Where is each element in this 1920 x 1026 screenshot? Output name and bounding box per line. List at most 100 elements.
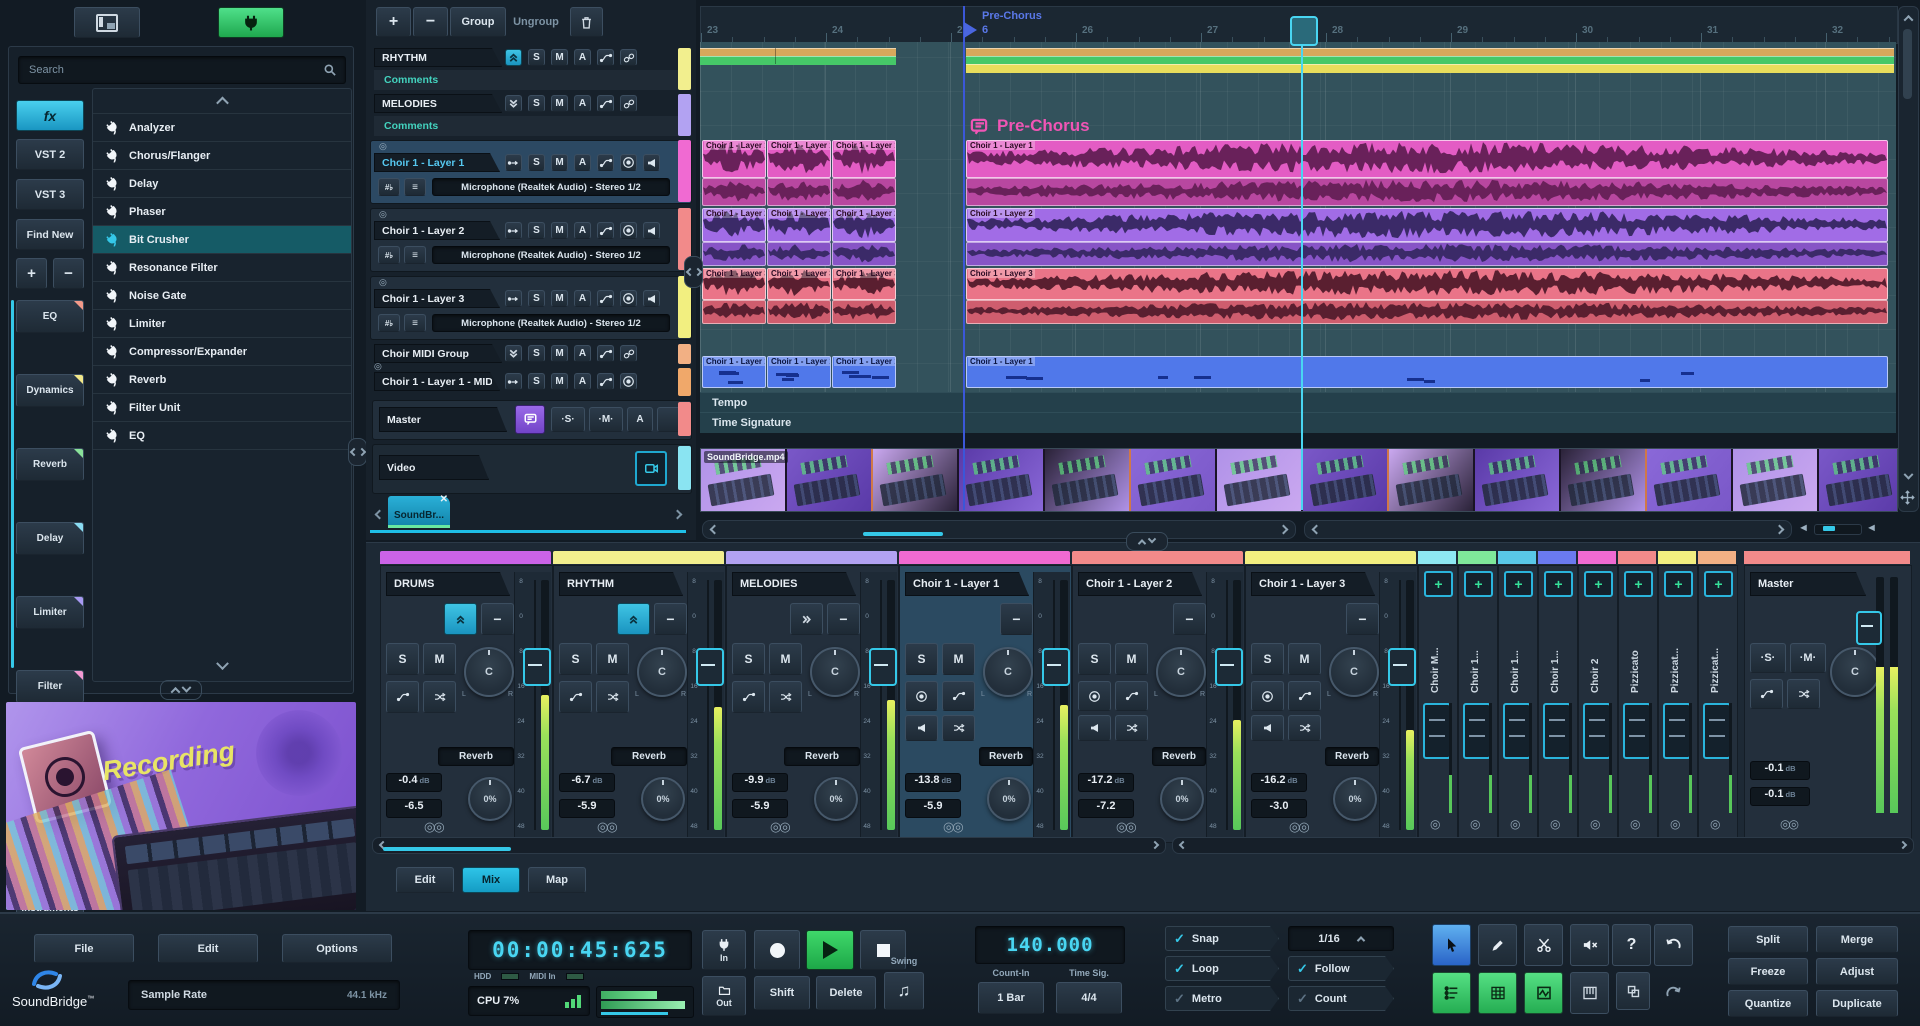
plugin-item[interactable]: Resonance Filter bbox=[93, 254, 351, 282]
plugin-item[interactable]: Phaser bbox=[93, 198, 351, 226]
automation-view-button[interactable] bbox=[1524, 972, 1563, 1014]
tab-map[interactable]: Map bbox=[528, 867, 586, 893]
mixer-master-fader-handle[interactable] bbox=[1856, 611, 1882, 645]
clip-tab-next[interactable] bbox=[670, 500, 684, 528]
audio-clip-lane2[interactable] bbox=[966, 300, 1888, 324]
category-eq[interactable]: EQ bbox=[16, 300, 84, 333]
mixer-melodies-send-value[interactable]: -5.9 bbox=[732, 799, 788, 818]
mixer-narrow-0-expand-button[interactable]: + bbox=[1424, 571, 1453, 597]
category-reverb[interactable]: Reverb bbox=[16, 448, 84, 481]
video-frame[interactable] bbox=[1647, 449, 1733, 511]
audio-clip[interactable]: Choir 1 - Layer 3 bbox=[702, 268, 766, 300]
hscroll-right-arrow-icon[interactable] bbox=[1279, 525, 1289, 535]
mixer-choir-1-layer-2-mute-button[interactable]: M bbox=[1115, 643, 1148, 675]
mixer-rhythm-mute-button[interactable]: M bbox=[596, 643, 629, 675]
video-frame[interactable] bbox=[1389, 449, 1475, 511]
video-frame[interactable] bbox=[1045, 449, 1131, 511]
track-melodies-solo-button[interactable]: S bbox=[528, 95, 545, 112]
track-choir-2-monitor-button[interactable] bbox=[643, 154, 660, 171]
audio-clip-lane2[interactable] bbox=[767, 300, 831, 324]
pan-move-icon[interactable] bbox=[1900, 490, 1915, 505]
video-monitor-button[interactable] bbox=[635, 451, 667, 486]
plugin-list-collapse[interactable] bbox=[93, 89, 351, 114]
mixer-narrow-1-mini-fader[interactable] bbox=[1463, 703, 1491, 759]
tab-mix[interactable]: Mix bbox=[462, 867, 520, 893]
timeline-hscroll-left[interactable] bbox=[702, 520, 1296, 539]
filter-fx-button[interactable]: fx bbox=[16, 100, 84, 131]
browser-splitter-handle[interactable] bbox=[348, 438, 367, 466]
hscroll-thumb[interactable] bbox=[863, 532, 943, 536]
track-choir-4-solo-button[interactable]: S bbox=[528, 290, 545, 307]
count-checkbox[interactable]: ✓ Count bbox=[1288, 986, 1394, 1011]
audio-clip[interactable]: Choir 1 - Layer 2 bbox=[702, 208, 766, 242]
mixer-master-curve-button[interactable] bbox=[1750, 679, 1783, 709]
mixer-choir-1-layer-3-monitor-button[interactable] bbox=[1251, 715, 1284, 741]
timeline-hscroll-right[interactable] bbox=[1304, 520, 1792, 539]
audio-clip-lane2[interactable] bbox=[832, 300, 896, 324]
mixer-choir-1-layer-1-send-value[interactable]: -5.9 bbox=[905, 799, 961, 818]
track-choir-midi-group-mute-button[interactable]: M bbox=[551, 345, 568, 362]
mixer-choir-1-layer-2-monitor-button[interactable] bbox=[1078, 715, 1111, 741]
mixer-choir-1-layer-2-pan-knob[interactable]: C bbox=[1156, 647, 1206, 697]
help-tool-button[interactable]: ? bbox=[1612, 924, 1651, 966]
mixer-drums-send-value[interactable]: -6.5 bbox=[386, 799, 442, 818]
track-rhythm-curve-button[interactable] bbox=[597, 49, 614, 66]
track-comments-row[interactable]: Comments bbox=[374, 70, 688, 90]
mixer-narrow-7-expand-button[interactable]: + bbox=[1704, 571, 1733, 597]
track-choir-2-solo-button[interactable]: S bbox=[528, 154, 545, 171]
mixer-hscroll2-right-arrow[interactable] bbox=[1899, 841, 1907, 849]
mixer-narrow-5-mini-fader[interactable] bbox=[1623, 703, 1651, 759]
master-automation-button[interactable]: A bbox=[627, 407, 653, 432]
mixer-hscroll-left[interactable] bbox=[372, 837, 1166, 854]
mixer-narrow-2-mini-fader[interactable] bbox=[1503, 703, 1531, 759]
plugin-item[interactable]: Limiter bbox=[93, 310, 351, 338]
group-clip-bar[interactable] bbox=[700, 56, 896, 65]
mixer-master-solo-button[interactable]: ·S· bbox=[1750, 643, 1786, 673]
track-choir-3-input-gain-button[interactable]: #♭ bbox=[378, 246, 400, 264]
hscroll2-right-arrow-icon[interactable] bbox=[1775, 525, 1785, 535]
mixer-melodies-mute-button[interactable]: M bbox=[769, 643, 802, 675]
mixer-rhythm-curve-button[interactable] bbox=[559, 681, 592, 713]
track-rhythm-link-button[interactable] bbox=[620, 49, 637, 66]
mixer-narrow-2-expand-button[interactable]: + bbox=[1504, 571, 1533, 597]
track-choir-midi-group-solo-button[interactable]: S bbox=[528, 345, 545, 362]
mixer-melodies-collapse-button[interactable] bbox=[790, 603, 823, 635]
track-choir-midi-group-automation-button[interactable]: A bbox=[574, 345, 591, 362]
mixer-choir-1-layer-3-minimize-button[interactable]: − bbox=[1346, 603, 1379, 635]
audio-clip[interactable]: Choir 1 - Layer 1 bbox=[966, 140, 1888, 178]
loop-checkbox[interactable]: ✓ Loop bbox=[1165, 956, 1279, 981]
track-choir-midi-curve-button[interactable] bbox=[597, 373, 614, 390]
track-rhythm-collapse-button[interactable] bbox=[505, 49, 522, 66]
group-clip-bar[interactable] bbox=[966, 64, 1894, 73]
mixer-channel-Choir 1...[interactable]: +Choir 1...◎ bbox=[1538, 551, 1576, 841]
track-list-view-button[interactable] bbox=[1432, 972, 1471, 1014]
track-melodies-mute-button[interactable]: M bbox=[551, 95, 568, 112]
mixer-melodies-shuffle-button[interactable] bbox=[769, 681, 802, 713]
section-label[interactable]: Pre-Chorus bbox=[968, 116, 1090, 136]
timeline-vscroll[interactable] bbox=[1898, 6, 1919, 512]
filter-vst2-button[interactable]: VST 2 bbox=[16, 139, 84, 170]
clip-tab-close-icon[interactable]: ✕ bbox=[440, 494, 448, 505]
mixer-drums-minimize-button[interactable]: − bbox=[481, 603, 514, 635]
mixer-hscroll2-left-arrow[interactable] bbox=[1179, 841, 1187, 849]
audio-clip[interactable]: Choir 1 - Layer 2 bbox=[767, 208, 831, 242]
file-menu-button[interactable]: File bbox=[34, 934, 134, 963]
mixer-rhythm-pan-knob[interactable]: C bbox=[637, 647, 687, 697]
mixer-hscroll-thumb[interactable] bbox=[383, 847, 511, 851]
mixer-narrow-3-mini-fader[interactable] bbox=[1543, 703, 1571, 759]
track-choir-3-record-button[interactable] bbox=[620, 222, 637, 239]
master-mute-button[interactable]: ·M· bbox=[589, 407, 623, 432]
follow-checkbox[interactable]: ✓ Follow bbox=[1288, 956, 1394, 981]
hzoom-slider[interactable] bbox=[1814, 524, 1862, 535]
video-frame[interactable] bbox=[1303, 449, 1389, 511]
track-choir-midi-group-collapse-button[interactable] bbox=[505, 345, 522, 362]
track-choir-midi-record-button[interactable] bbox=[620, 373, 637, 390]
track-comments-row[interactable]: Comments bbox=[374, 116, 688, 136]
mixer-choir-1-layer-3-shuffle-button[interactable] bbox=[1288, 715, 1321, 741]
mixer-channel-Choir 2[interactable]: +Choir 2◎ bbox=[1578, 551, 1616, 841]
mixer-channel-Pizzicat...[interactable]: +Pizzicat...◎ bbox=[1698, 551, 1736, 841]
mixer-choir-1-layer-3-send-knob[interactable]: 0% bbox=[1333, 777, 1377, 821]
master-solo-button[interactable]: ·S· bbox=[551, 407, 585, 432]
mixer-master-mute-button[interactable]: ·M· bbox=[1790, 643, 1826, 673]
track-choir-4-input-menu-button[interactable]: ≡ bbox=[404, 314, 426, 332]
